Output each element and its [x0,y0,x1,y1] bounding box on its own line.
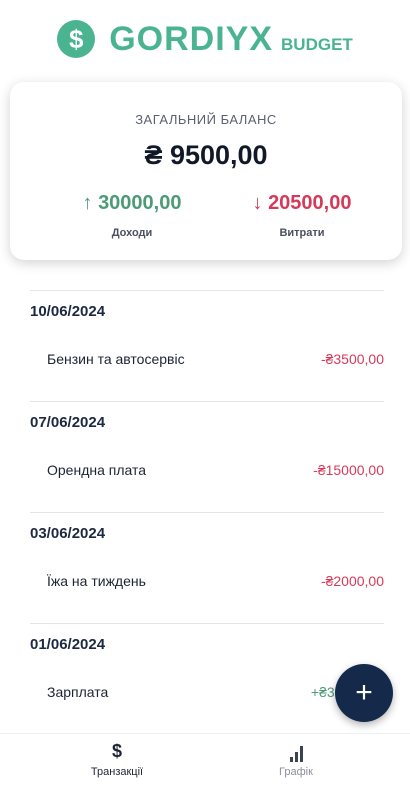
expense-label: Витрати [279,227,325,239]
bottom-nav: $ Транзакції Графік [0,733,410,785]
transaction-row[interactable]: Орендна плата -₴15000,00 [47,462,384,478]
transaction-list: 10/06/2024 Бензин та автосервіс -₴3500,0… [30,290,384,734]
expense-stat: ↓ 20500,00 Витрати [227,192,377,239]
app-header: $ GORDIYX BUDGET [0,14,410,64]
income-value: ↑ 30000,00 [57,192,207,215]
transaction-group: 01/06/2024 Зарплата +₴3000 [30,623,384,734]
plus-icon: + [355,676,373,709]
nav-item-chart[interactable]: Графік [246,742,346,778]
transaction-date: 10/06/2024 [30,303,106,320]
transaction-row[interactable]: Зарплата +₴3000 [47,684,384,700]
nav-item-transactions[interactable]: $ Транзакції [67,741,167,778]
app-title: GORDIYX [109,19,274,58]
transaction-date: 03/06/2024 [30,525,106,542]
balance-amount: ₴ 9500,00 [144,140,268,170]
transaction-name: Орендна плата [47,462,147,478]
nav-label-chart: Графік [279,766,313,778]
transaction-amount: -₴2000,00 [320,573,384,589]
transaction-group: 07/06/2024 Орендна плата -₴15000,00 [30,401,384,512]
transaction-amount: -₴3500,00 [320,351,384,367]
bar-chart-icon [246,742,346,762]
expense-amount: 20500,00 [268,192,352,214]
income-label: Доходи [111,227,153,239]
income-stat: ↑ 30000,00 Доходи [57,192,207,239]
transaction-amount: -₴15000,00 [313,462,384,478]
transaction-name: Бензин та автосервіс [47,351,185,367]
transaction-date: 01/06/2024 [30,636,106,653]
arrow-up-icon: ↑ [82,192,93,214]
expense-value: ↓ 20500,00 [227,192,377,215]
dollar-icon: $ [111,741,122,761]
transaction-row[interactable]: Бензин та автосервіс -₴3500,00 [47,351,384,367]
transaction-group: 03/06/2024 Їжа на тиждень -₴2000,00 [30,512,384,623]
transaction-group: 10/06/2024 Бензин та автосервіс -₴3500,0… [30,290,384,401]
balance-card: ЗАГАЛЬНИЙ БАЛАНС ₴ 9500,00 ↑ 30000,00 До… [10,82,402,260]
income-amount: 30000,00 [98,192,182,214]
balance-label: ЗАГАЛЬНИЙ БАЛАНС [135,112,277,127]
arrow-down-icon: ↓ [252,192,263,214]
transaction-row[interactable]: Їжа на тиждень -₴2000,00 [47,573,384,589]
app-subtitle: BUDGET [281,35,353,54]
transaction-name: Їжа на тиждень [47,573,146,589]
transaction-name: Зарплата [47,684,109,700]
dollar-coin-icon: $ [57,20,96,58]
transaction-date: 07/06/2024 [30,414,106,431]
nav-label-transactions: Транзакції [90,766,144,778]
add-transaction-button[interactable]: + [335,664,393,722]
